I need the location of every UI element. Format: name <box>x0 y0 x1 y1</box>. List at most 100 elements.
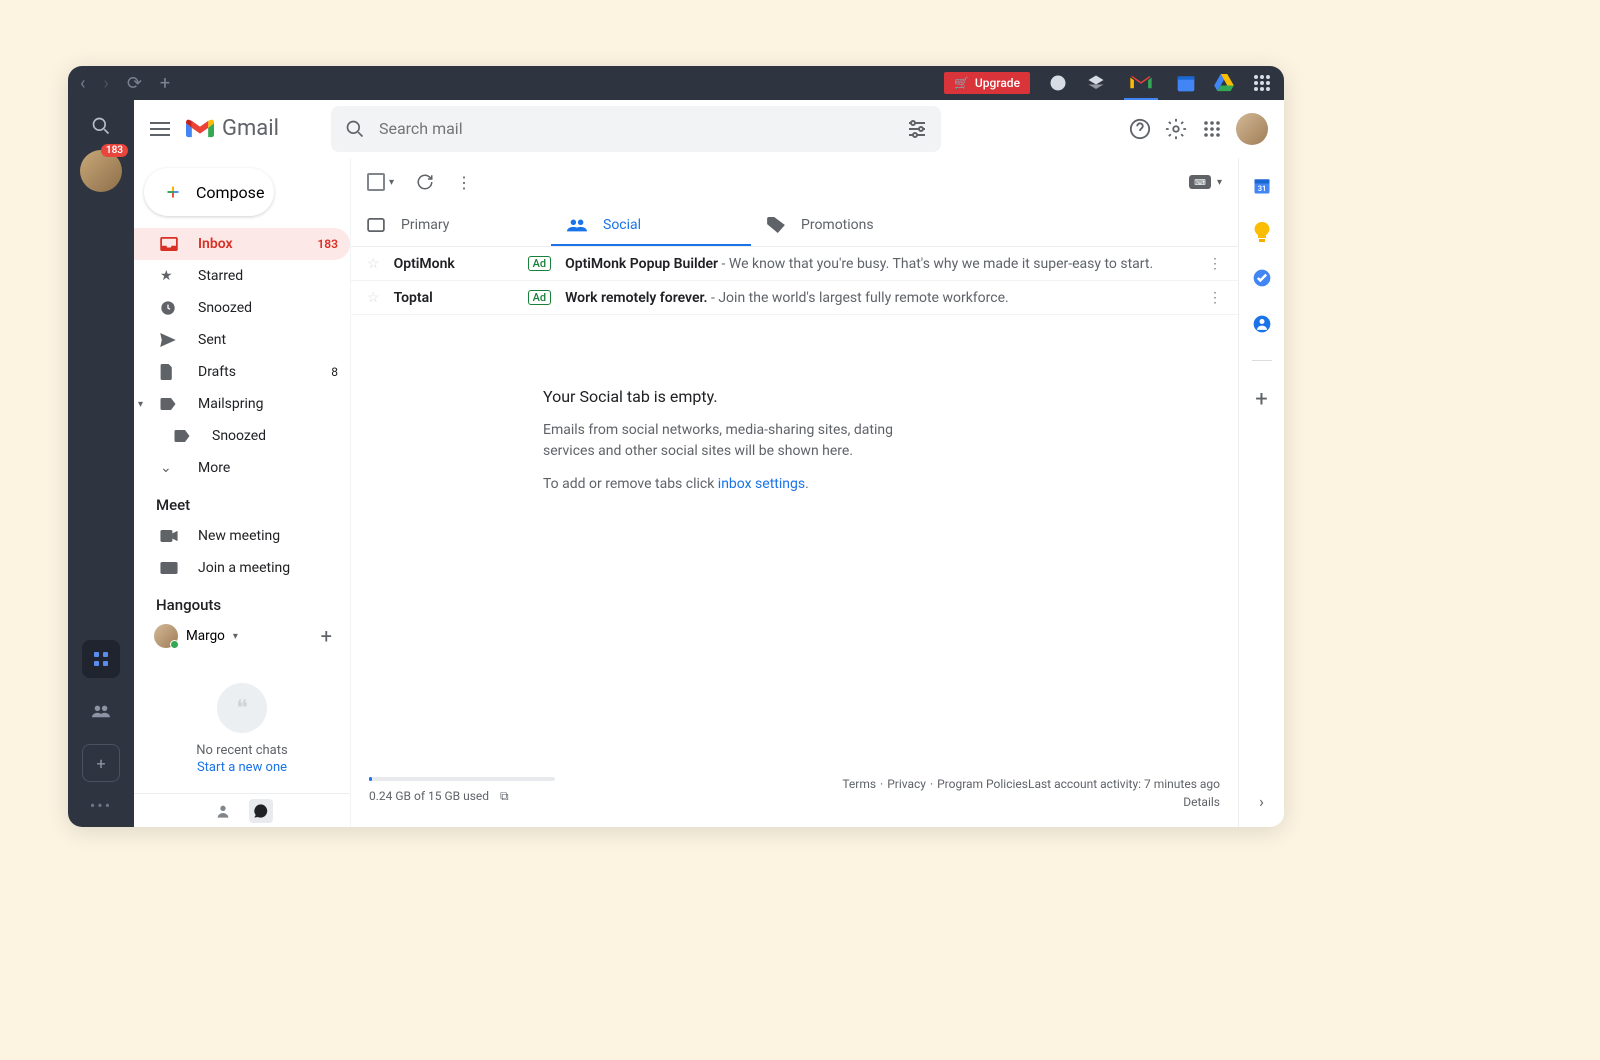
terms-link[interactable]: Terms <box>842 777 876 809</box>
clock-icon <box>160 300 180 316</box>
chevron-down-icon[interactable]: ▾ <box>389 177 394 188</box>
keep-icon[interactable] <box>1252 222 1272 242</box>
video-icon <box>160 530 180 542</box>
add-addon-icon[interactable]: + <box>1255 387 1267 412</box>
people-tool-icon[interactable] <box>82 692 120 730</box>
policies-link[interactable]: Program Policies <box>937 777 1028 809</box>
forward-arrow-icon[interactable]: › <box>103 73 108 94</box>
start-chat-link[interactable]: Start a new one <box>154 760 330 775</box>
send-icon <box>160 333 180 347</box>
ad-badge: Ad <box>528 290 552 305</box>
tab-social[interactable]: Social <box>551 206 751 246</box>
upgrade-button[interactable]: 🛒 Upgrade <box>944 72 1030 94</box>
privacy-link[interactable]: Privacy <box>887 777 926 809</box>
meet-header: Meet <box>134 484 350 520</box>
search-bar[interactable] <box>331 106 941 152</box>
plus-icon <box>162 181 184 203</box>
gmail-brand[interactable]: Gmail <box>186 116 279 141</box>
layers-icon[interactable] <box>1086 73 1106 93</box>
drive-tab-icon[interactable] <box>1214 73 1234 93</box>
empty-cta: To add or remove tabs click inbox settin… <box>543 474 911 495</box>
compose-button[interactable]: Compose <box>144 168 274 216</box>
input-toggle[interactable]: ⌨▾ <box>1189 175 1222 189</box>
unread-badge: 183 <box>101 144 128 157</box>
mail-row[interactable]: ☆ OptiMonk Ad OptiMonk Popup Builder - W… <box>351 247 1238 281</box>
nav-mailspring[interactable]: ▾Mailspring <box>134 388 350 420</box>
details-link[interactable]: Details <box>1183 795 1220 809</box>
help-icon[interactable] <box>1128 117 1152 141</box>
mail-row[interactable]: ☆ Toptal Ad Work remotely forever. - Joi… <box>351 281 1238 315</box>
select-all-checkbox[interactable]: ▾ <box>367 173 394 191</box>
calendar-tab-icon[interactable] <box>1176 73 1196 93</box>
nav-mailspring-snoozed[interactable]: Snoozed <box>134 420 350 452</box>
tag-icon <box>767 217 785 233</box>
nav-more[interactable]: ⌄More <box>134 452 350 484</box>
refresh-icon[interactable] <box>416 173 434 191</box>
add-chat-icon[interactable]: + <box>321 624 338 648</box>
svg-text:31: 31 <box>1257 184 1266 193</box>
meet-new[interactable]: New meeting <box>134 520 350 552</box>
side-panel: 31 + › <box>1238 158 1284 827</box>
search-icon[interactable] <box>91 116 111 136</box>
search-input[interactable] <box>379 119 893 138</box>
mail-main: ▾ ⋮ ⌨▾ Primary Social Promotions ☆ OptiM… <box>350 158 1238 827</box>
draft-icon <box>160 364 180 380</box>
collapse-panel-icon[interactable]: › <box>1259 792 1264 811</box>
apps-grid-icon[interactable] <box>1252 73 1272 93</box>
tab-promotions[interactable]: Promotions <box>751 206 951 246</box>
chevron-down-icon[interactable]: ▾ <box>233 631 238 642</box>
workspace-avatar[interactable]: 183 <box>80 150 122 192</box>
nav-sent[interactable]: Sent <box>134 324 350 356</box>
contacts-tab-icon[interactable] <box>211 799 235 823</box>
hangouts-tab-icon[interactable] <box>249 799 273 823</box>
calendar-icon[interactable]: 31 <box>1252 176 1272 196</box>
tab-primary[interactable]: Primary <box>351 206 551 246</box>
back-arrow-icon[interactable]: ‹ <box>80 73 85 94</box>
star-icon: ★ <box>160 268 180 284</box>
mail-toolbar: ▾ ⋮ ⌨▾ <box>351 158 1238 206</box>
label-icon <box>160 398 180 410</box>
chat-icon[interactable] <box>1048 73 1068 93</box>
activity-text: Last account activity: 7 minutes ago <box>1028 777 1220 791</box>
apps-grid-icon[interactable] <box>1200 117 1224 141</box>
tasks-icon[interactable] <box>1252 268 1272 288</box>
more-icon[interactable]: ⋮ <box>456 173 472 192</box>
star-icon[interactable]: ☆ <box>367 256 380 272</box>
new-tab-icon[interactable]: + <box>160 73 170 94</box>
hangouts-user[interactable]: Margo ▾ + <box>134 620 350 652</box>
reload-icon[interactable]: ⟳ <box>127 73 142 94</box>
settings-gear-icon[interactable] <box>1164 117 1188 141</box>
contacts-icon[interactable] <box>1252 314 1272 334</box>
add-workspace-icon[interactable]: + <box>82 744 120 782</box>
open-external-icon[interactable]: ⧉ <box>500 789 509 803</box>
meet-join[interactable]: Join a meeting <box>134 552 350 584</box>
nav-inbox[interactable]: Inbox183 <box>134 228 350 260</box>
row-menu-icon[interactable]: ⋮ <box>1208 256 1222 272</box>
footer: 0.24 GB of 15 GB used ⧉ Terms· Privacy· … <box>351 763 1238 827</box>
brand-text: Gmail <box>222 116 279 141</box>
nav-drafts[interactable]: Drafts8 <box>134 356 350 388</box>
compose-label: Compose <box>196 183 264 202</box>
cart-icon: 🛒 <box>954 76 969 90</box>
chevron-down-icon[interactable]: ▾ <box>138 399 143 410</box>
row-menu-icon[interactable]: ⋮ <box>1208 290 1222 306</box>
chevron-down-icon: ⌄ <box>160 460 180 476</box>
empty-title: Your Social tab is empty. <box>543 387 911 406</box>
category-tabs: Primary Social Promotions <box>351 206 1238 247</box>
keyboard-icon <box>160 562 180 574</box>
upgrade-label: Upgrade <box>975 76 1020 90</box>
search-options-icon[interactable] <box>907 120 927 138</box>
ad-badge: Ad <box>528 256 552 271</box>
apps-tool-icon[interactable] <box>82 640 120 678</box>
left-nav: Compose Inbox183 ★Starred Snoozed Sent D… <box>134 158 350 827</box>
titlebar: ‹ › ⟳ + 🛒 Upgrade <box>68 66 1284 100</box>
nav-starred[interactable]: ★Starred <box>134 260 350 292</box>
star-icon[interactable]: ☆ <box>367 290 380 306</box>
inbox-settings-link[interactable]: inbox settings <box>718 476 805 492</box>
account-avatar[interactable] <box>1236 113 1268 145</box>
gmail-tab-icon[interactable] <box>1124 66 1158 100</box>
nav-snoozed[interactable]: Snoozed <box>134 292 350 324</box>
hangouts-header: Hangouts <box>134 584 350 620</box>
menu-icon[interactable] <box>150 122 174 136</box>
more-dots-icon[interactable]: ••• <box>90 796 112 815</box>
